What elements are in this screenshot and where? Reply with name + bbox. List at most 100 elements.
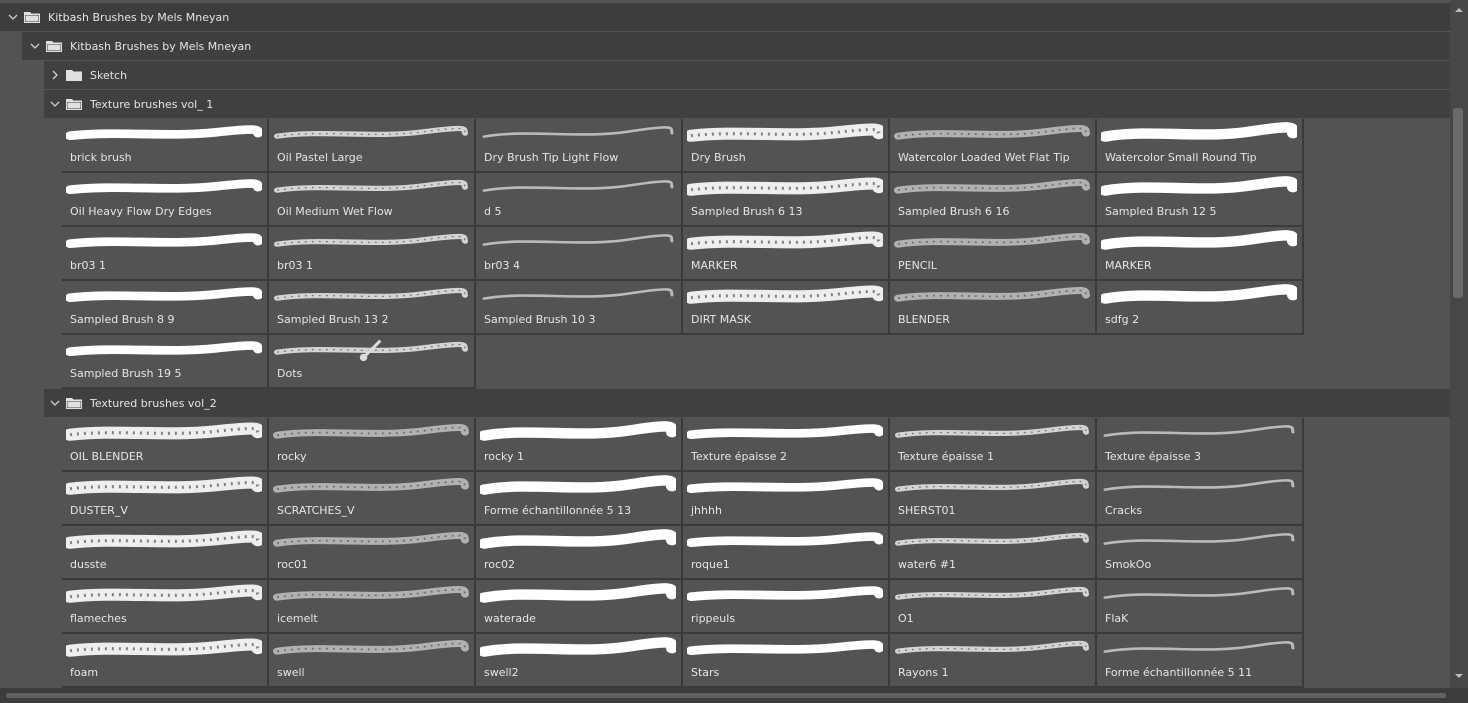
- folder-icon: [66, 398, 82, 409]
- brush-tile[interactable]: Dry Brush Tip Light Flow: [476, 119, 683, 173]
- brush-stroke-preview: [1101, 176, 1297, 196]
- brush-tile[interactable]: Dots: [269, 335, 476, 389]
- brush-tile[interactable]: Oil Medium Wet Flow: [269, 173, 476, 227]
- brush-tile[interactable]: PENCIL: [890, 227, 1097, 281]
- brush-tile[interactable]: sdfg 2: [1097, 281, 1304, 335]
- brush-stroke-preview: [482, 288, 674, 300]
- brush-tile[interactable]: Rayons 1: [890, 634, 1097, 688]
- brush-tile[interactable]: Oil Heavy Flow Dry Edges: [62, 173, 269, 227]
- brush-tile[interactable]: SHERST01: [890, 472, 1097, 526]
- brush-name: Dry Brush Tip Light Flow: [484, 151, 619, 164]
- folder-icon: [24, 12, 40, 23]
- brush-tile[interactable]: Forme échantillonnée 5 11: [1097, 634, 1304, 688]
- chevron-down-icon[interactable]: [48, 396, 62, 410]
- group-row-root[interactable]: Kitbash Brushes by Mels Mneyan: [0, 3, 1450, 31]
- brush-tile[interactable]: Watercolor Loaded Wet Flat Tip: [890, 119, 1097, 173]
- brush-tile[interactable]: Dry Brush: [683, 119, 890, 173]
- brush-tile[interactable]: Texture épaisse 1: [890, 418, 1097, 472]
- chevron-down-icon[interactable]: [48, 97, 62, 111]
- brush-stroke-preview: [66, 638, 262, 657]
- brush-tile[interactable]: SCRATCHES_V: [269, 472, 476, 526]
- brush-tile[interactable]: foam: [62, 634, 269, 688]
- brush-tile[interactable]: brick brush: [62, 119, 269, 173]
- brush-name: MARKER: [1105, 259, 1152, 272]
- scroll-up-icon[interactable]: [1455, 6, 1463, 14]
- brush-tile[interactable]: SmokOo: [1097, 526, 1304, 580]
- scroll-down-icon[interactable]: [1455, 672, 1463, 680]
- brush-tile[interactable]: Oil Pastel Large: [269, 119, 476, 173]
- brush-tile[interactable]: swell: [269, 634, 476, 688]
- brush-tile[interactable]: Sampled Brush 6 13: [683, 173, 890, 227]
- group-row-vol1[interactable]: Texture brushes vol_ 1: [44, 90, 1450, 118]
- brush-stroke-preview: [274, 233, 468, 247]
- group-row-sketch[interactable]: Sketch: [44, 61, 1450, 89]
- brush-stroke-preview: [66, 341, 262, 357]
- brush-tile[interactable]: MARKER: [683, 227, 890, 281]
- group-label-kitbash: Kitbash Brushes by Mels Mneyan: [70, 39, 252, 53]
- brush-tile[interactable]: rippeuls: [683, 580, 890, 634]
- brush-tile[interactable]: DUSTER_V: [62, 472, 269, 526]
- brush-stroke-preview: [894, 233, 1090, 248]
- brush-tile[interactable]: jhhhh: [683, 472, 890, 526]
- brush-name: br03 4: [484, 259, 520, 272]
- brush-tile[interactable]: Watercolor Small Round Tip: [1097, 119, 1304, 173]
- chevron-right-icon[interactable]: [48, 68, 62, 82]
- brush-name: icemelt: [277, 612, 318, 625]
- brush-name: Dots: [277, 367, 303, 380]
- brush-name: roque1: [691, 558, 730, 571]
- brush-tile[interactable]: O1: [890, 580, 1097, 634]
- brush-stroke-preview: [1103, 641, 1295, 653]
- brush-stroke-preview: [894, 287, 1090, 302]
- brush-tile[interactable]: d 5: [476, 173, 683, 227]
- chevron-down-icon[interactable]: [6, 10, 20, 24]
- vertical-scroll-thumb[interactable]: [1453, 108, 1463, 298]
- brush-tile[interactable]: Cracks: [1097, 472, 1304, 526]
- brush-tile[interactable]: Forme échantillonnée 5 13: [476, 472, 683, 526]
- brush-tile[interactable]: Sampled Brush 13 2: [269, 281, 476, 335]
- brush-tile[interactable]: br03 1: [269, 227, 476, 281]
- brush-tile[interactable]: water6 #1: [890, 526, 1097, 580]
- brush-tile[interactable]: Sampled Brush 10 3: [476, 281, 683, 335]
- chevron-down-icon[interactable]: [28, 39, 42, 53]
- vertical-scrollbar[interactable]: [1450, 0, 1468, 688]
- brush-tile[interactable]: FlaK: [1097, 580, 1304, 634]
- brush-name: d 5: [484, 205, 502, 218]
- brush-tile[interactable]: dusste: [62, 526, 269, 580]
- brush-tile[interactable]: rocky 1: [476, 418, 683, 472]
- brush-tile[interactable]: br03 1: [62, 227, 269, 281]
- brush-tile[interactable]: flameches: [62, 580, 269, 634]
- brush-tile[interactable]: roque1: [683, 526, 890, 580]
- brush-stroke-preview: [66, 287, 262, 303]
- brush-tile[interactable]: icemelt: [269, 580, 476, 634]
- brush-tile[interactable]: BLENDER: [890, 281, 1097, 335]
- brush-tile[interactable]: Texture épaisse 3: [1097, 418, 1304, 472]
- brush-tile[interactable]: Sampled Brush 6 16: [890, 173, 1097, 227]
- brush-tile[interactable]: Sampled Brush 12 5: [1097, 173, 1304, 227]
- brush-tile[interactable]: roc01: [269, 526, 476, 580]
- brush-name: rocky: [277, 450, 307, 463]
- brush-tile[interactable]: rocky: [269, 418, 476, 472]
- brush-tile[interactable]: DIRT MASK: [683, 281, 890, 335]
- brush-tile[interactable]: Stars: [683, 634, 890, 688]
- brush-tile[interactable]: br03 4: [476, 227, 683, 281]
- group-row-kitbash[interactable]: Kitbash Brushes by Mels Mneyan: [22, 32, 1450, 60]
- brush-name: Sampled Brush 12 5: [1105, 205, 1217, 218]
- brush-tile[interactable]: Texture épaisse 2: [683, 418, 890, 472]
- group-row-vol2[interactable]: Textured brushes vol_2: [44, 389, 1450, 417]
- brush-tile[interactable]: OIL BLENDER: [62, 418, 269, 472]
- brush-tile[interactable]: Sampled Brush 8 9: [62, 281, 269, 335]
- brush-tile[interactable]: Sampled Brush 19 5: [62, 335, 269, 389]
- brush-name: Stars: [691, 666, 720, 679]
- brush-tile[interactable]: swell2: [476, 634, 683, 688]
- brush-name: foam: [70, 666, 99, 679]
- brush-stroke-preview: [687, 640, 883, 656]
- horizontal-scroll-thumb[interactable]: [6, 693, 1446, 698]
- brush-tile[interactable]: roc02: [476, 526, 683, 580]
- brush-tile[interactable]: waterade: [476, 580, 683, 634]
- brush-name: sdfg 2: [1105, 313, 1140, 326]
- brush-tile[interactable]: MARKER: [1097, 227, 1304, 281]
- brush-name: SmokOo: [1105, 558, 1152, 571]
- folder-icon: [46, 41, 62, 52]
- brush-stroke-preview: [273, 640, 469, 655]
- horizontal-scrollbar[interactable]: [0, 688, 1468, 703]
